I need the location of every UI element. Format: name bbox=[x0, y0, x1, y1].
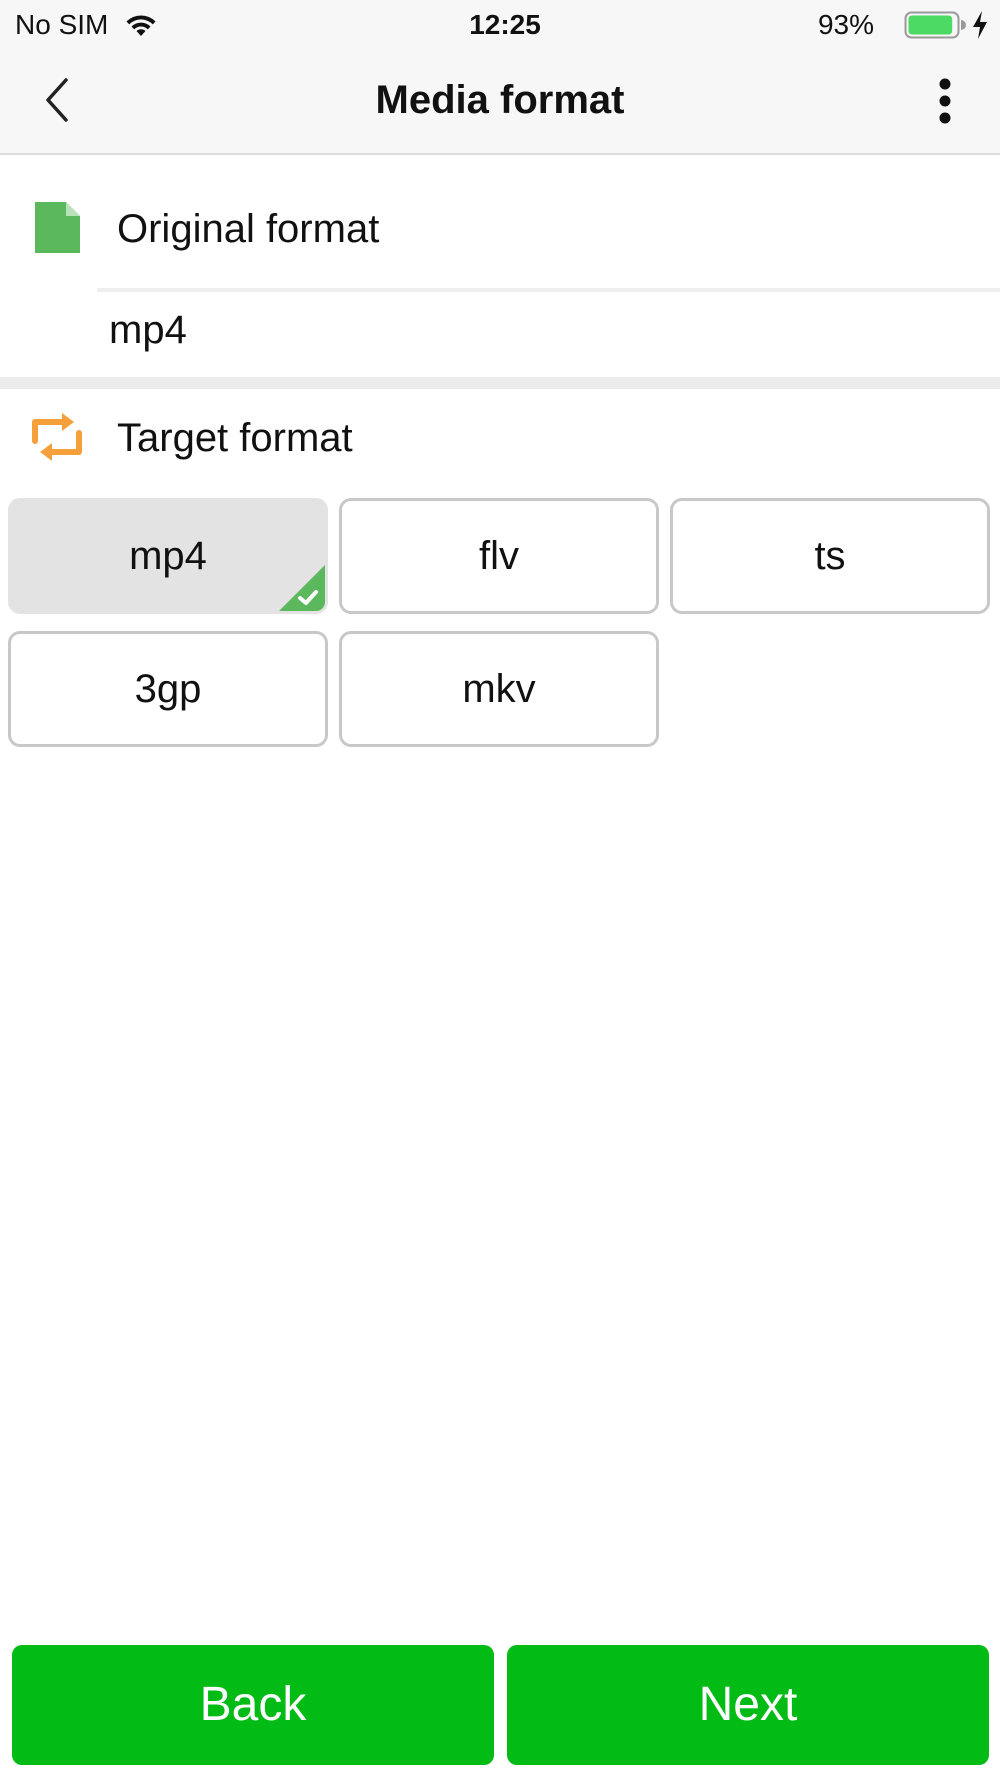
format-option-flv[interactable]: flv bbox=[339, 498, 659, 614]
back-button[interactable]: Back bbox=[12, 1645, 494, 1765]
status-bar: No SIM 12:25 93% bbox=[0, 0, 1000, 48]
format-option-3gp[interactable]: 3gp bbox=[8, 631, 328, 747]
format-option-mkv[interactable]: mkv bbox=[339, 631, 659, 747]
format-option-label: flv bbox=[479, 534, 519, 578]
format-option-label: 3gp bbox=[134, 667, 202, 711]
target-format-header: Target format bbox=[0, 392, 1000, 482]
next-button[interactable]: Next bbox=[507, 1645, 989, 1765]
charging-bolt-icon bbox=[973, 11, 987, 39]
format-option-mp4[interactable]: mp4 bbox=[8, 498, 328, 614]
selected-check-icon bbox=[279, 565, 325, 611]
section-separator bbox=[0, 377, 1000, 389]
original-format-label: Original format bbox=[117, 207, 380, 251]
more-vertical-icon[interactable] bbox=[925, 76, 965, 126]
original-format-value: mp4 bbox=[109, 308, 187, 352]
format-option-label: mkv bbox=[462, 667, 536, 711]
file-icon bbox=[35, 202, 80, 253]
battery-percent: 93% bbox=[817, 9, 874, 40]
format-option-label: mp4 bbox=[129, 534, 207, 578]
format-option-label: ts bbox=[814, 534, 846, 578]
battery-icon bbox=[904, 11, 966, 39]
page-title: Media format bbox=[375, 78, 625, 122]
convert-icon bbox=[32, 413, 82, 461]
original-format-header: Original format bbox=[0, 183, 1000, 273]
divider bbox=[97, 288, 1000, 292]
format-option-ts[interactable]: ts bbox=[670, 498, 990, 614]
navigation-bar: Media format bbox=[0, 48, 1000, 155]
target-format-label: Target format bbox=[117, 416, 353, 460]
